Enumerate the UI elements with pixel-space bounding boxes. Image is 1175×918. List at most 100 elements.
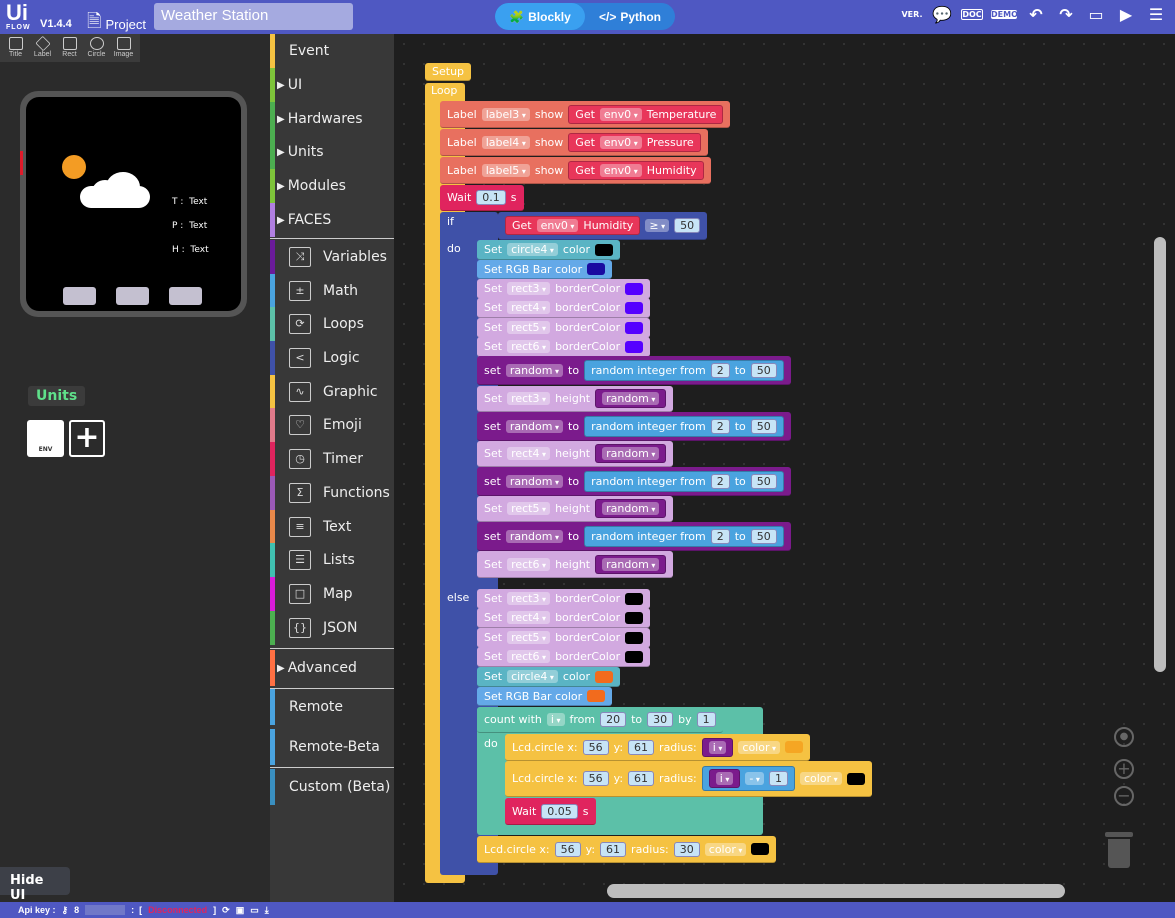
zoom-in-icon[interactable]: + bbox=[1114, 759, 1134, 779]
value-block[interactable]: random integer from 2 to 50 bbox=[584, 359, 784, 381]
chat-icon[interactable]: 💬 bbox=[931, 5, 953, 24]
sidebar-item-faces[interactable]: ▶ FACES bbox=[270, 203, 394, 237]
project-name-input[interactable]: Weather Station bbox=[154, 3, 353, 30]
shape-circle[interactable]: Circle bbox=[84, 36, 109, 60]
block-color-swatch[interactable] bbox=[625, 611, 644, 624]
value-block[interactable]: random integer from 2 to 50 bbox=[584, 415, 784, 437]
blockly-workspace[interactable]: LoopifdoelsedoSetupLabellabel3showGetenv… bbox=[394, 34, 1175, 902]
value-block[interactable]: Get env0 Humidity bbox=[505, 216, 641, 235]
code-block[interactable]: Set rect6 height random bbox=[477, 551, 674, 578]
block-color-swatch[interactable] bbox=[595, 670, 613, 683]
sidebar-item-ui[interactable]: ▶ UI bbox=[270, 68, 394, 102]
hide-ui-button[interactable]: Hide UI bbox=[0, 867, 70, 903]
download-icon[interactable]: ⤓ bbox=[265, 905, 269, 916]
sidebar-item-advanced[interactable]: ▶ Advanced bbox=[270, 650, 394, 686]
screen-icon[interactable]: ▭ bbox=[1085, 5, 1107, 24]
value-block[interactable]: i bbox=[708, 769, 741, 788]
recenter-icon[interactable]: ● bbox=[1114, 727, 1134, 747]
code-block[interactable]: Set rect4 borderColor bbox=[477, 608, 651, 628]
block-number-input[interactable]: 61 bbox=[628, 771, 655, 786]
block-number-input[interactable]: 56 bbox=[554, 841, 581, 857]
sidebar-item-remote-beta[interactable]: Remote-Beta bbox=[270, 729, 394, 765]
value-block[interactable]: Get env0 Temperature bbox=[568, 104, 724, 124]
block-dropdown[interactable]: - bbox=[745, 772, 764, 785]
code-block[interactable]: Setup bbox=[425, 63, 472, 81]
trash-icon[interactable] bbox=[1105, 832, 1133, 868]
doc-icon[interactable]: DOC bbox=[961, 9, 983, 20]
code-block[interactable]: Set rect4 borderColor bbox=[477, 298, 651, 318]
code-block[interactable]: Set rect6 borderColor bbox=[477, 647, 651, 667]
code-block[interactable]: Set rect5 borderColor bbox=[477, 628, 651, 648]
sidebar-item-event[interactable]: Event bbox=[270, 34, 394, 68]
shape-image[interactable]: Image bbox=[111, 36, 136, 60]
menu-icon[interactable]: ☰ bbox=[1145, 5, 1167, 24]
block-number-input[interactable]: 0.05 bbox=[541, 803, 578, 819]
humidity-row[interactable]: H : Text bbox=[172, 238, 209, 262]
block-number-input[interactable]: 2 bbox=[710, 418, 730, 434]
block-number-input[interactable]: 61 bbox=[600, 841, 627, 857]
button-c[interactable] bbox=[169, 287, 202, 305]
sidebar-item-emoji[interactable]: ♡ Emoji bbox=[270, 408, 394, 442]
sidebar-item-remote[interactable]: Remote bbox=[270, 689, 394, 725]
block-dropdown[interactable]: random bbox=[602, 557, 660, 571]
folder-icon[interactable]: ▭ bbox=[250, 905, 259, 916]
pressure-row[interactable]: P : Text bbox=[172, 214, 209, 238]
code-block[interactable]: Set rect3 height random bbox=[477, 386, 674, 412]
block-dropdown[interactable]: rect3 bbox=[507, 282, 551, 295]
block-number-input[interactable]: 0.1 bbox=[476, 190, 506, 205]
block-dropdown[interactable]: random bbox=[602, 502, 660, 515]
sidebar-item-loops[interactable]: ⟳ Loops bbox=[270, 307, 394, 341]
block-color-swatch[interactable] bbox=[587, 263, 606, 275]
block-dropdown[interactable]: rect6 bbox=[507, 340, 551, 353]
block-number-input[interactable]: 30 bbox=[673, 841, 700, 857]
value-block[interactable]: random integer from 2 to 50 bbox=[584, 525, 784, 547]
block-color-swatch[interactable] bbox=[587, 690, 606, 702]
button-a[interactable] bbox=[63, 287, 96, 305]
code-block[interactable]: Set rect5 borderColor bbox=[477, 318, 651, 338]
block-dropdown[interactable]: random bbox=[505, 529, 564, 543]
sidebar-item-logic[interactable]: < Logic bbox=[270, 341, 394, 375]
block-color-swatch[interactable] bbox=[625, 340, 644, 353]
sidebar-item-hardwares[interactable]: ▶ Hardwares bbox=[270, 102, 394, 136]
env-unit-icon[interactable]: ENV bbox=[27, 420, 64, 457]
block-number-input[interactable]: 50 bbox=[750, 473, 777, 489]
block-dropdown[interactable]: label4 bbox=[481, 135, 530, 149]
block-dropdown[interactable]: label3 bbox=[481, 107, 530, 121]
redo-icon[interactable]: ↷ bbox=[1055, 5, 1077, 24]
sidebar-item-custom-beta[interactable]: Custom (Beta) bbox=[270, 769, 394, 805]
value-block[interactable]: random bbox=[595, 499, 667, 518]
block-color-swatch[interactable] bbox=[625, 301, 644, 314]
block-color-swatch[interactable] bbox=[625, 592, 644, 605]
block-dropdown[interactable]: rect6 bbox=[507, 557, 551, 571]
zoom-out-icon[interactable]: − bbox=[1114, 786, 1134, 806]
block-number-input[interactable]: 2 bbox=[710, 473, 730, 489]
code-block[interactable]: Set circle4 color bbox=[477, 240, 620, 260]
version-icon[interactable]: VER. bbox=[901, 10, 923, 19]
code-block[interactable]: Set rect5 height random bbox=[477, 496, 674, 522]
code-block[interactable]: Label label4 show Get env0 Pressure bbox=[440, 129, 708, 156]
block-dropdown[interactable]: rect5 bbox=[507, 631, 551, 644]
python-mode-button[interactable]: </> Python bbox=[585, 3, 675, 30]
block-dropdown[interactable]: env0 bbox=[599, 107, 642, 121]
block-color-swatch[interactable] bbox=[785, 741, 804, 753]
sidebar-item-functions[interactable]: Σ Functions bbox=[270, 476, 394, 510]
block-dropdown[interactable]: rect3 bbox=[507, 592, 551, 605]
code-block[interactable]: count with ifrom 20 to 30 by 1 bbox=[477, 707, 723, 733]
block-dropdown[interactable]: random bbox=[505, 474, 564, 488]
sidebar-item-json[interactable]: {} JSON bbox=[270, 611, 394, 645]
code-block[interactable]: Lcd.circle x: 56 y: 61 radius: 30 color bbox=[477, 836, 777, 863]
block-number-input[interactable]: 50 bbox=[674, 218, 701, 233]
shape-label-tool[interactable]: Label bbox=[30, 35, 55, 60]
value-block[interactable]: i bbox=[701, 737, 734, 757]
code-block[interactable]: Wait 0.1 s bbox=[440, 185, 524, 211]
code-block[interactable]: Lcd.circle x: 56 y: 61 radius: icolor bbox=[505, 734, 811, 761]
code-block[interactable]: Label label3 show Get env0 Temperature bbox=[440, 101, 731, 128]
block-dropdown[interactable]: color bbox=[738, 740, 781, 754]
block-dropdown[interactable]: rect6 bbox=[507, 650, 551, 663]
block-color-swatch[interactable] bbox=[751, 843, 770, 855]
add-unit-button[interactable]: + bbox=[69, 420, 105, 457]
block-dropdown[interactable]: rect5 bbox=[507, 502, 551, 515]
block-number-input[interactable]: 50 bbox=[750, 362, 777, 378]
api-key-value[interactable]: 8 bbox=[74, 905, 79, 915]
block-dropdown[interactable]: rect3 bbox=[507, 392, 551, 405]
